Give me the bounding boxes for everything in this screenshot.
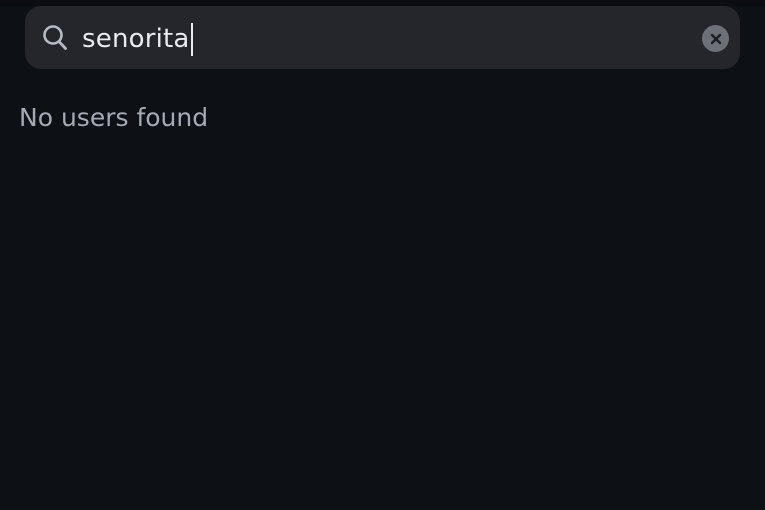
search-icon [42,24,68,52]
clear-icon [710,33,721,44]
clear-search-button[interactable] [702,25,729,52]
search-query: senorita [82,24,190,54]
no-results-message: No users found [19,103,209,132]
text-caret [190,22,193,56]
search-input[interactable]: senorita [82,19,193,59]
